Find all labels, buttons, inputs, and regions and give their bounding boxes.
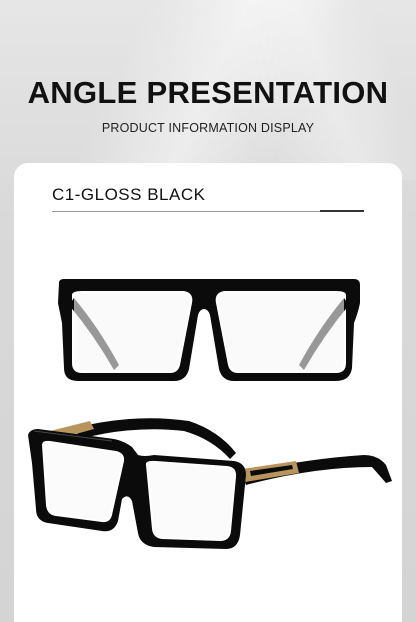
front-view-glasses-image [58, 279, 360, 381]
angled-view-glasses-image [28, 418, 392, 549]
page-title: ANGLE PRESENTATION [27, 75, 389, 110]
glasses-images [28, 279, 392, 549]
product-card: C1-GLOSS BLACK [14, 163, 402, 622]
page-subtitle: PRODUCT INFORMATION DISPLAY [101, 121, 315, 135]
